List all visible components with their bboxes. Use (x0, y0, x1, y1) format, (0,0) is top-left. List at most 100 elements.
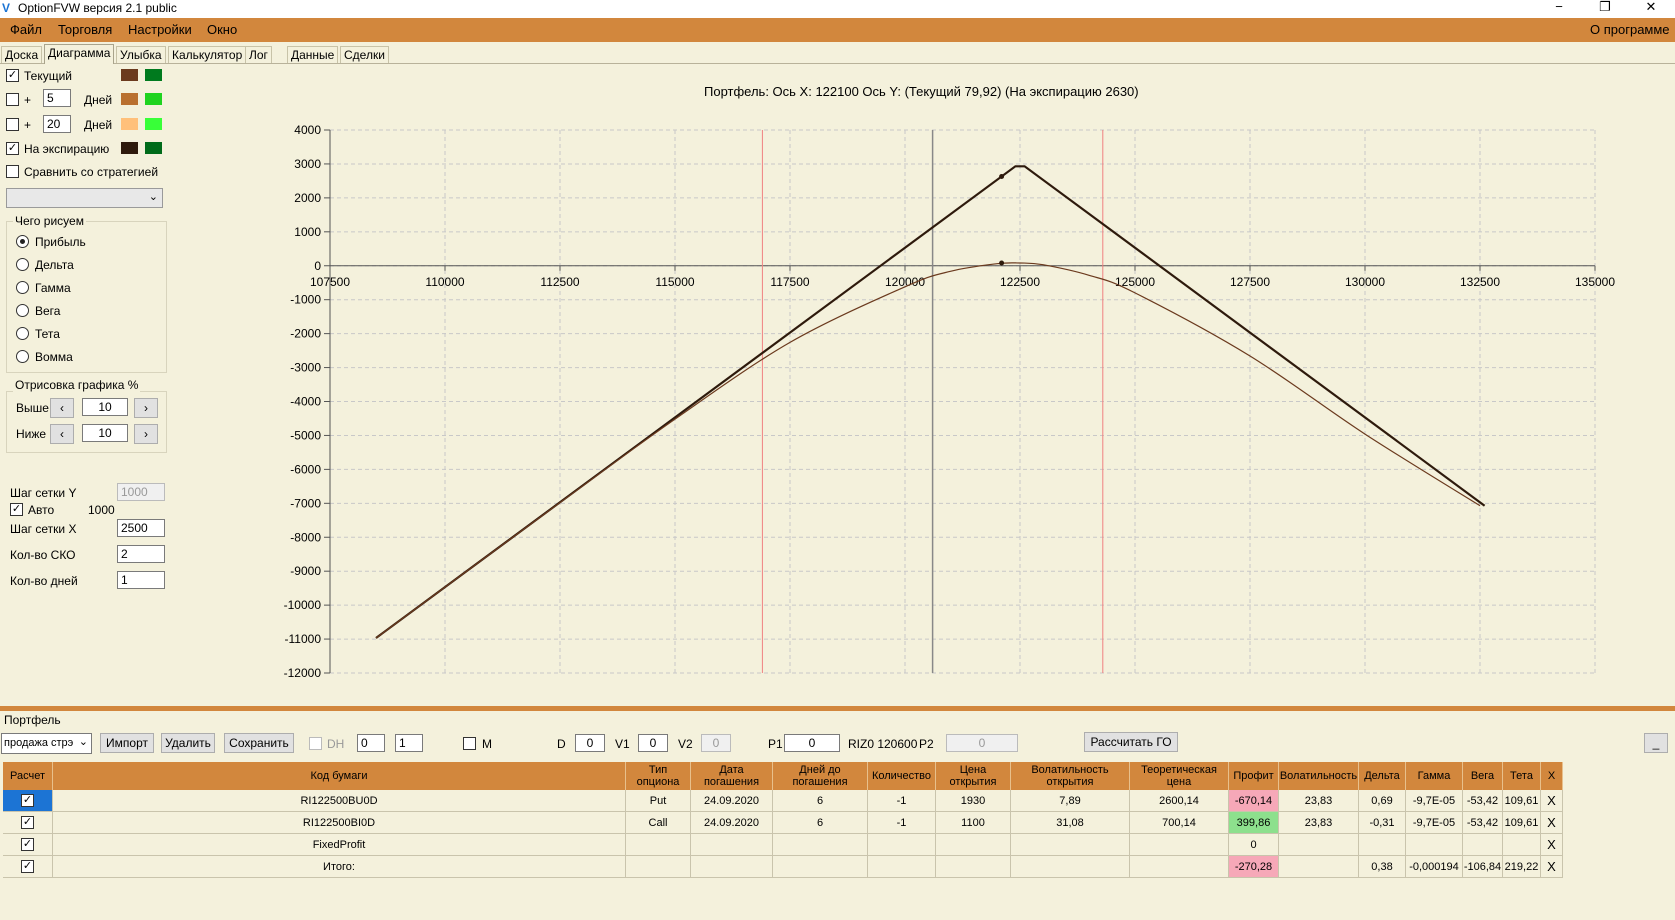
header-expiry-date[interactable]: Дата погашения (691, 762, 773, 790)
calc-checkbox[interactable]: ✓ (21, 860, 34, 873)
v2-input[interactable]: 0 (701, 734, 731, 752)
cell-volatility (1279, 856, 1359, 878)
v1-input[interactable]: 0 (638, 734, 668, 752)
cell-quantity: -1 (868, 812, 936, 834)
calc-checkbox[interactable]: ✓ (21, 816, 34, 829)
x-tick-label: 112500 (540, 275, 579, 289)
chevron-down-icon: ⌄ (78, 736, 88, 748)
table-row[interactable]: ✓ RI122500BI0D Call 24.09.2020 6 -1 1100 31,08 7… (3, 812, 1671, 834)
cell-days-to-expiry: 6 (773, 812, 868, 834)
calc-checkbox-cell[interactable]: ✓ (3, 790, 53, 812)
y-tick-label: 1000 (294, 225, 321, 239)
cell-expiry-date (691, 856, 773, 878)
cell-type: Call (626, 812, 691, 834)
calc-checkbox-cell[interactable]: ✓ (3, 856, 53, 878)
panel-splitter[interactable] (0, 706, 1675, 711)
cell-code: FixedProfit (53, 834, 626, 856)
calc-checkbox-cell[interactable]: ✓ (3, 812, 53, 834)
y-tick-label: -8000 (290, 530, 321, 544)
table-row[interactable]: ✓ FixedProfit 0 X (3, 834, 1671, 856)
cell-profit: 0 (1229, 834, 1279, 856)
import-button[interactable]: Импорт (100, 733, 154, 753)
cell-days-to-expiry: 6 (773, 790, 868, 812)
cell-code: Итого: (53, 856, 626, 878)
v2-label: V2 (678, 737, 693, 751)
y-tick-label: 2000 (294, 191, 321, 205)
x-tick-label: 117500 (770, 275, 809, 289)
x-tick-label: 122500 (1000, 275, 1040, 289)
p2-input[interactable]: 0 (946, 734, 1018, 752)
cell-type (626, 856, 691, 878)
delete-button[interactable]: Удалить (161, 733, 215, 753)
d-label: D (557, 737, 566, 751)
cell-profit: -270,28 (1229, 856, 1279, 878)
strategy-select[interactable]: продажа стрэ ⌄ (1, 733, 92, 754)
y-tick-label: 4000 (294, 123, 321, 137)
remove-row-button[interactable]: X (1541, 790, 1563, 812)
cell-theta: 219,22 (1503, 856, 1541, 878)
y-tick-label: -4000 (290, 395, 321, 409)
cell-theta: 109,61 (1503, 790, 1541, 812)
calc-checkbox[interactable]: ✓ (21, 838, 34, 851)
spin2-input[interactable]: 1 (395, 734, 423, 752)
header-delta[interactable]: Дельта (1359, 762, 1406, 790)
x-tick-label: 130000 (1345, 275, 1385, 289)
cursor-point-marker (999, 260, 1005, 266)
header-vega[interactable]: Вега (1463, 762, 1503, 790)
cell-open-volatility (1011, 856, 1130, 878)
header-quantity[interactable]: Количество (868, 762, 936, 790)
cell-volatility: 23,83 (1279, 790, 1359, 812)
x-tick-label: 115000 (655, 275, 694, 289)
header-calc[interactable]: Расчет (3, 762, 53, 790)
header-volatility[interactable]: Волатильность (1279, 762, 1359, 790)
cell-code: RI122500BI0D (53, 812, 626, 834)
cell-delta (1359, 834, 1406, 856)
header-open-volatility[interactable]: Волатильность открытия (1011, 762, 1130, 790)
cell-theo-price: 2600,14 (1130, 790, 1229, 812)
remove-row-button[interactable]: X (1541, 856, 1563, 878)
remove-row-button[interactable]: X (1541, 834, 1563, 856)
p1-input[interactable]: 0 (784, 734, 840, 752)
header-code[interactable]: Код бумаги (53, 762, 626, 790)
cell-delta: -0,31 (1359, 812, 1406, 834)
spin1-input[interactable]: 0 (357, 734, 385, 752)
cell-type: Put (626, 790, 691, 812)
dh-checkbox[interactable] (309, 737, 322, 750)
cell-quantity (868, 856, 936, 878)
header-theo-price[interactable]: Теоретическая цена (1130, 762, 1229, 790)
y-tick-label: -12000 (284, 666, 322, 680)
y-tick-label: -7000 (290, 496, 321, 510)
cell-expiry-date (691, 834, 773, 856)
portfolio-title: Портфель (4, 713, 61, 727)
d-input[interactable]: 0 (575, 734, 605, 752)
header-type[interactable]: Тип опциона (626, 762, 691, 790)
cell-code: RI122500BU0D (53, 790, 626, 812)
remove-row-button[interactable]: X (1541, 812, 1563, 834)
calc-checkbox[interactable]: ✓ (21, 794, 34, 807)
header-gamma[interactable]: Гамма (1406, 762, 1463, 790)
y-tick-label: -10000 (284, 598, 322, 612)
x-tick-label: 107500 (310, 275, 350, 289)
cell-expiry-date: 24.09.2020 (691, 812, 773, 834)
table-row[interactable]: ✓ RI122500BU0D Put 24.09.2020 6 -1 1930 7,89 260… (3, 790, 1671, 812)
calc-go-button[interactable]: Рассчитать ГО (1084, 732, 1178, 752)
cell-delta: 0,69 (1359, 790, 1406, 812)
minimize-panel-button[interactable]: _ (1644, 733, 1668, 753)
header-open-price[interactable]: Цена открытия (936, 762, 1011, 790)
calc-checkbox-cell[interactable]: ✓ (3, 834, 53, 856)
save-button[interactable]: Сохранить (224, 733, 294, 753)
y-tick-label: -9000 (290, 564, 321, 578)
profit-chart[interactable]: 4000 3000 2000 1000 0 -1000 -2000 -3000 -4000 -50… (0, 0, 1675, 705)
cell-open-price: 1100 (936, 812, 1011, 834)
header-remove[interactable]: X (1541, 762, 1563, 790)
cell-vega: -53,42 (1463, 812, 1503, 834)
header-theta[interactable]: Тета (1503, 762, 1541, 790)
table-row[interactable]: ✓ Итого: -270,28 0,38 -0,000194 -106,84 219,22… (3, 856, 1671, 878)
cell-open-price: 1930 (936, 790, 1011, 812)
m-checkbox[interactable] (463, 737, 476, 750)
cell-open-volatility: 7,89 (1011, 790, 1130, 812)
header-profit[interactable]: Профит (1229, 762, 1279, 790)
x-tick-label: 127500 (1230, 275, 1270, 289)
cell-volatility: 23,83 (1279, 812, 1359, 834)
header-days-to-expiry[interactable]: Дней до погашения (773, 762, 868, 790)
